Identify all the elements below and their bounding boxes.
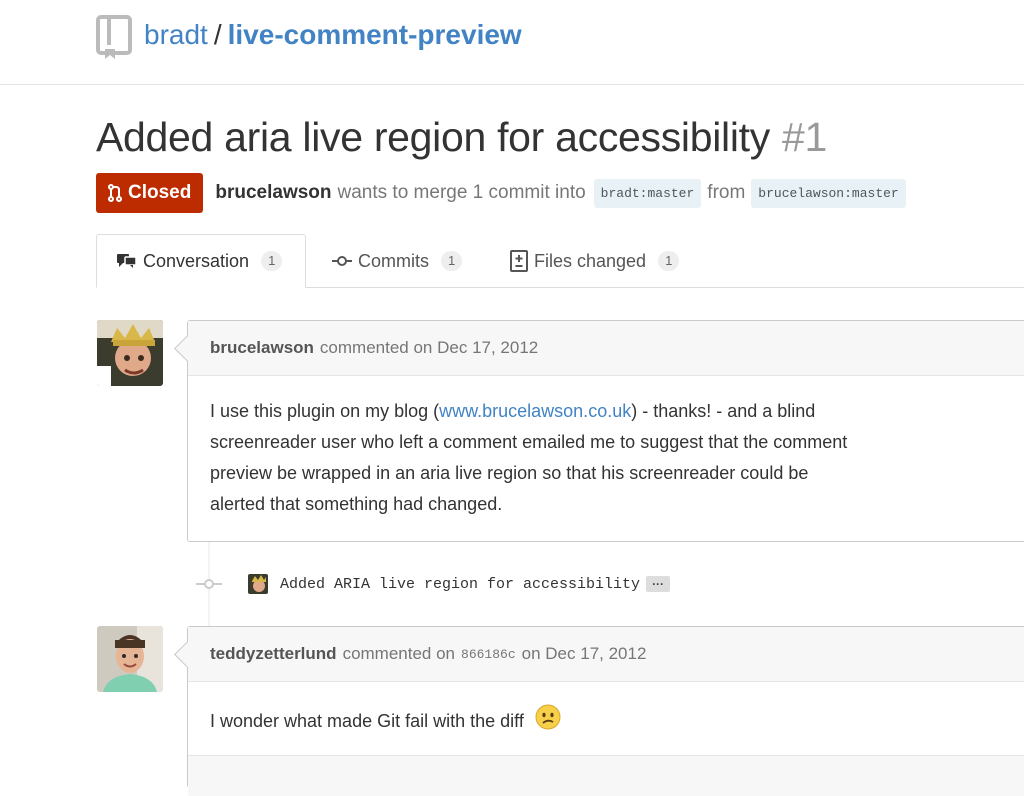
commit-event: Added ARIA live region for accessibility… [196,570,671,598]
from-text: from [707,182,746,203]
repo-header: bradt / live-comment-preview [0,0,1024,85]
pr-title-text: Added aria live region for accessibility [96,114,770,160]
commit-sha-link[interactable]: 866186c [461,647,516,662]
merge-text: wants to merge 1 commit into [337,182,586,203]
repo-name-link[interactable]: live-comment-preview [228,19,522,50]
git-commit-icon [332,256,352,266]
blog-link[interactable]: www.brucelawson.co.uk [439,401,631,421]
comment-footer [188,755,1024,796]
comment-date-link[interactable]: Dec 17, 2012 [545,644,646,664]
state-label: Closed [128,182,192,203]
head-branch: brucelawson:master [751,178,906,208]
comment-action: commented on [342,644,456,663]
comment-on: on [521,644,541,663]
comment-body: I use this plugin on my blog (www.brucel… [188,376,872,540]
tab-commits-label: Commits [358,250,429,271]
avatar[interactable] [248,574,268,594]
avatar[interactable] [97,320,163,386]
tab-files-changed[interactable]: Files changed 1 [510,234,680,288]
diff-icon [510,250,528,272]
commit-message-link[interactable]: Added ARIA live region for accessibility [280,576,640,593]
comment-date-link[interactable]: Dec 17, 2012 [437,338,538,358]
tab-conversation-count: 1 [261,251,283,271]
comment: brucelawson commented on Dec 17, 2012 I … [174,320,1024,542]
repo-separator: / [213,19,222,50]
repo-owner-link[interactable]: bradt [144,19,208,50]
comment-discussion-icon [117,254,137,268]
tab-files-changed-count: 1 [658,251,680,271]
pr-author-link[interactable]: brucelawson [215,182,331,204]
comment-text: I wonder what made Git fail with the dif… [210,710,524,731]
comment-body: I wonder what made Git fail with the dif… [188,682,1024,760]
pr-number: #1 [781,114,827,160]
tab-files-changed-label: Files changed [534,250,647,271]
pr-title: Added aria live region for accessibility… [96,110,827,164]
pr-meta: Closed brucelawson wants to merge 1 comm… [96,173,912,213]
comment: teddyzetterlund commented on 866186c on … [174,626,1024,796]
tab-commits[interactable]: Commits 1 [332,234,463,288]
confused-face-icon [535,704,561,740]
tab-conversation-label: Conversation [143,250,250,271]
comment-author-link[interactable]: teddyzetterlund [210,644,337,664]
git-pull-request-icon [108,184,122,202]
pr-tabs: Conversation 1 Commits 1 Files changed 1 [0,234,1024,288]
repo-title: bradt / live-comment-preview [144,18,522,52]
comment-author-link[interactable]: brucelawson [210,338,314,358]
state-badge: Closed [96,173,204,213]
comment-text: I use this plugin on my blog ( [210,401,440,421]
comment-header: teddyzetterlund commented on 866186c on … [188,627,1024,682]
base-branch: bradt:master [593,178,702,208]
tab-commits-count: 1 [441,251,463,271]
comment-action: commented on [319,338,433,357]
tab-conversation[interactable]: Conversation 1 [96,234,306,288]
avatar[interactable] [97,626,163,692]
expand-commit-button[interactable]: ··· [646,576,671,592]
repo-icon [96,15,132,61]
comment-header: brucelawson commented on Dec 17, 2012 [188,321,1024,376]
git-commit-icon [196,579,222,589]
